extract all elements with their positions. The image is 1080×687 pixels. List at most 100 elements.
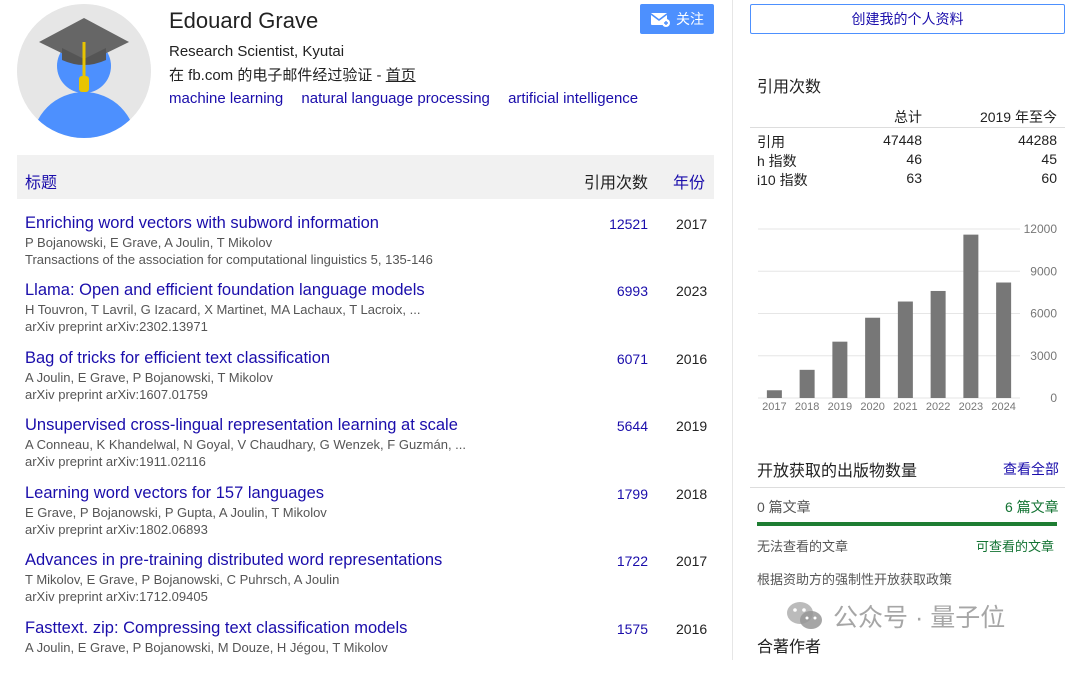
article-citations-link[interactable]: 5644: [617, 418, 648, 434]
metric-row: i10 指数 63 60: [750, 166, 1065, 188]
follow-button[interactable]: 关注: [640, 4, 714, 34]
article-year: 2016: [676, 351, 708, 367]
interest-link[interactable]: machine learning: [169, 90, 283, 107]
article-authors: E Grave, P Bojanowski, P Gupta, A Joulin…: [25, 505, 327, 520]
open-access-divider: [750, 487, 1065, 488]
watermark-text: 公众号 · 量子位: [833, 604, 1006, 632]
metric-total: 63: [906, 170, 922, 186]
view-all-link[interactable]: 查看全部: [1003, 459, 1059, 479]
article-year: 2016: [676, 621, 708, 637]
article-venue: Transactions of the association for comp…: [25, 252, 433, 267]
unavailable-label: 无法查看的文章: [757, 539, 849, 554]
article-citations-link[interactable]: 6071: [617, 351, 648, 367]
x-tick-label: 2019: [828, 401, 852, 413]
article-venue: arXiv preprint arXiv:1712.09405: [25, 589, 208, 604]
bar-2022[interactable]: [930, 290, 946, 398]
article-citations-link[interactable]: 1575: [617, 621, 648, 637]
mail-add-icon: [650, 13, 670, 27]
table-row: Enriching word vectors with subword info…: [17, 214, 714, 282]
interest-link[interactable]: natural language processing: [301, 90, 489, 107]
cited-by-heading: 引用次数: [757, 79, 822, 96]
article-year: 2023: [676, 283, 708, 299]
article-citations-link[interactable]: 1799: [617, 486, 648, 502]
y-tick-label: 3000: [1030, 349, 1057, 363]
follow-label: 关注: [676, 11, 704, 27]
article-venue: arXiv preprint arXiv:1802.06893: [25, 522, 208, 537]
article-title-link[interactable]: Advances in pre-training distributed wor…: [25, 551, 442, 570]
bar-2021[interactable]: [897, 301, 913, 398]
article-authors: T Mikolov, E Grave, P Bojanowski, C Puhr…: [25, 572, 340, 587]
funder-policy-text: 根据资助方的强制性开放获取政策: [757, 572, 953, 587]
x-tick-label: 2018: [795, 401, 819, 413]
available-label: 可查看的文章: [976, 539, 1055, 554]
article-venue: arXiv preprint arXiv:1607.01759: [25, 387, 208, 402]
metric-row: h 指数 46 45: [750, 147, 1065, 169]
metric-total: 46: [906, 151, 922, 167]
interest-link[interactable]: artificial intelligence: [508, 90, 638, 107]
table-row: Learning word vectors for 157 languages …: [17, 484, 714, 552]
metrics-header: 总计 2019 年至今: [750, 103, 1065, 128]
bar-2019[interactable]: [832, 341, 848, 398]
open-access-heading: 开放获取的出版物数量: [757, 463, 918, 480]
article-citations-link[interactable]: 1722: [617, 553, 648, 569]
unavailable-count[interactable]: 0 篇文章: [757, 497, 811, 517]
bar-2024[interactable]: [996, 282, 1012, 398]
open-access-progress-bar: [757, 522, 1057, 526]
sort-by-citations[interactable]: 引用次数: [584, 169, 648, 193]
metric-since: 45: [1041, 151, 1057, 167]
article-title-link[interactable]: Enriching word vectors with subword info…: [25, 214, 379, 233]
homepage-link[interactable]: 首页: [386, 67, 416, 84]
citation-metrics-table: 总计 2019 年至今 引用 47448 44288 h 指数 46 45 i1…: [750, 103, 1065, 188]
y-tick-label: 9000: [1030, 264, 1057, 278]
bar-2017[interactable]: [766, 390, 782, 398]
article-citations-link[interactable]: 6993: [617, 283, 648, 299]
y-tick-label: 6000: [1030, 307, 1057, 321]
bar-2020[interactable]: [865, 317, 881, 398]
x-tick-label: 2017: [762, 401, 786, 413]
article-title-link[interactable]: Learning word vectors for 157 languages: [25, 484, 324, 503]
article-authors: H Touvron, T Lavril, G Izacard, X Martin…: [25, 302, 421, 317]
metrics-col-total: 总计: [894, 109, 922, 125]
article-title-link[interactable]: Llama: Open and efficient foundation lan…: [25, 281, 425, 300]
article-authors: P Bojanowski, E Grave, A Joulin, T Mikol…: [25, 235, 273, 250]
metric-since: 44288: [1018, 132, 1057, 148]
metric-since: 60: [1041, 170, 1057, 186]
y-tick-label: 12000: [1024, 222, 1058, 236]
sort-by-title[interactable]: 标题: [25, 169, 57, 193]
bar-2018[interactable]: [799, 369, 815, 398]
x-tick-label: 2024: [991, 401, 1015, 413]
x-tick-label: 2021: [893, 401, 917, 413]
article-year: 2017: [676, 216, 708, 232]
profile-name: Edouard Grave: [169, 8, 319, 33]
article-authors: A Conneau, K Khandelwal, N Goyal, V Chau…: [25, 437, 467, 452]
table-row: Llama: Open and efficient foundation lan…: [17, 281, 714, 349]
article-venue: arXiv preprint arXiv:2302.13971: [25, 319, 208, 334]
article-year: 2017: [676, 553, 708, 569]
table-row: Advances in pre-training distributed wor…: [17, 551, 714, 619]
article-citations-link[interactable]: 12521: [609, 216, 648, 232]
articles-table-header: 标题 引用次数 年份: [17, 155, 714, 199]
available-count[interactable]: 6 篇文章: [1005, 497, 1059, 517]
article-title-link[interactable]: Fasttext. zip: Compressing text classifi…: [25, 619, 407, 638]
profile-affiliation: Research Scientist, Kyutai: [169, 43, 345, 60]
x-tick-label: 2022: [926, 401, 950, 413]
create-profile-button[interactable]: 创建我的个人资料: [750, 4, 1065, 34]
table-row: Unsupervised cross-lingual representatio…: [17, 416, 714, 484]
article-year: 2018: [676, 486, 708, 502]
profile-verified-email: 在 fb.com 的电子邮件经过验证 - 首页: [169, 64, 416, 85]
article-title-link[interactable]: Unsupervised cross-lingual representatio…: [25, 416, 458, 435]
bar-2023[interactable]: [963, 234, 979, 398]
graduate-avatar-icon: [17, 4, 151, 138]
article-authors: A Joulin, E Grave, P Bojanowski, M Douze…: [25, 640, 388, 655]
metric-label: i10 指数: [757, 172, 808, 188]
wechat-icon: [787, 602, 822, 629]
x-tick-label: 2020: [860, 401, 884, 413]
interests-list: machine learning natural language proces…: [169, 90, 652, 107]
sort-by-year[interactable]: 年份: [673, 169, 705, 193]
table-row: Fasttext. zip: Compressing text classifi…: [17, 619, 714, 687]
article-title-link[interactable]: Bag of tricks for efficient text classif…: [25, 349, 330, 368]
x-tick-label: 2023: [959, 401, 983, 413]
wechat-watermark: 公众号 · 量子位: [785, 598, 1005, 634]
citations-per-year-chart: 12000 9000 6000 3000 0 2017 2018 2019 2020 2021 20…: [758, 222, 1058, 413]
metrics-col-since[interactable]: 2019 年至今: [980, 107, 1057, 127]
